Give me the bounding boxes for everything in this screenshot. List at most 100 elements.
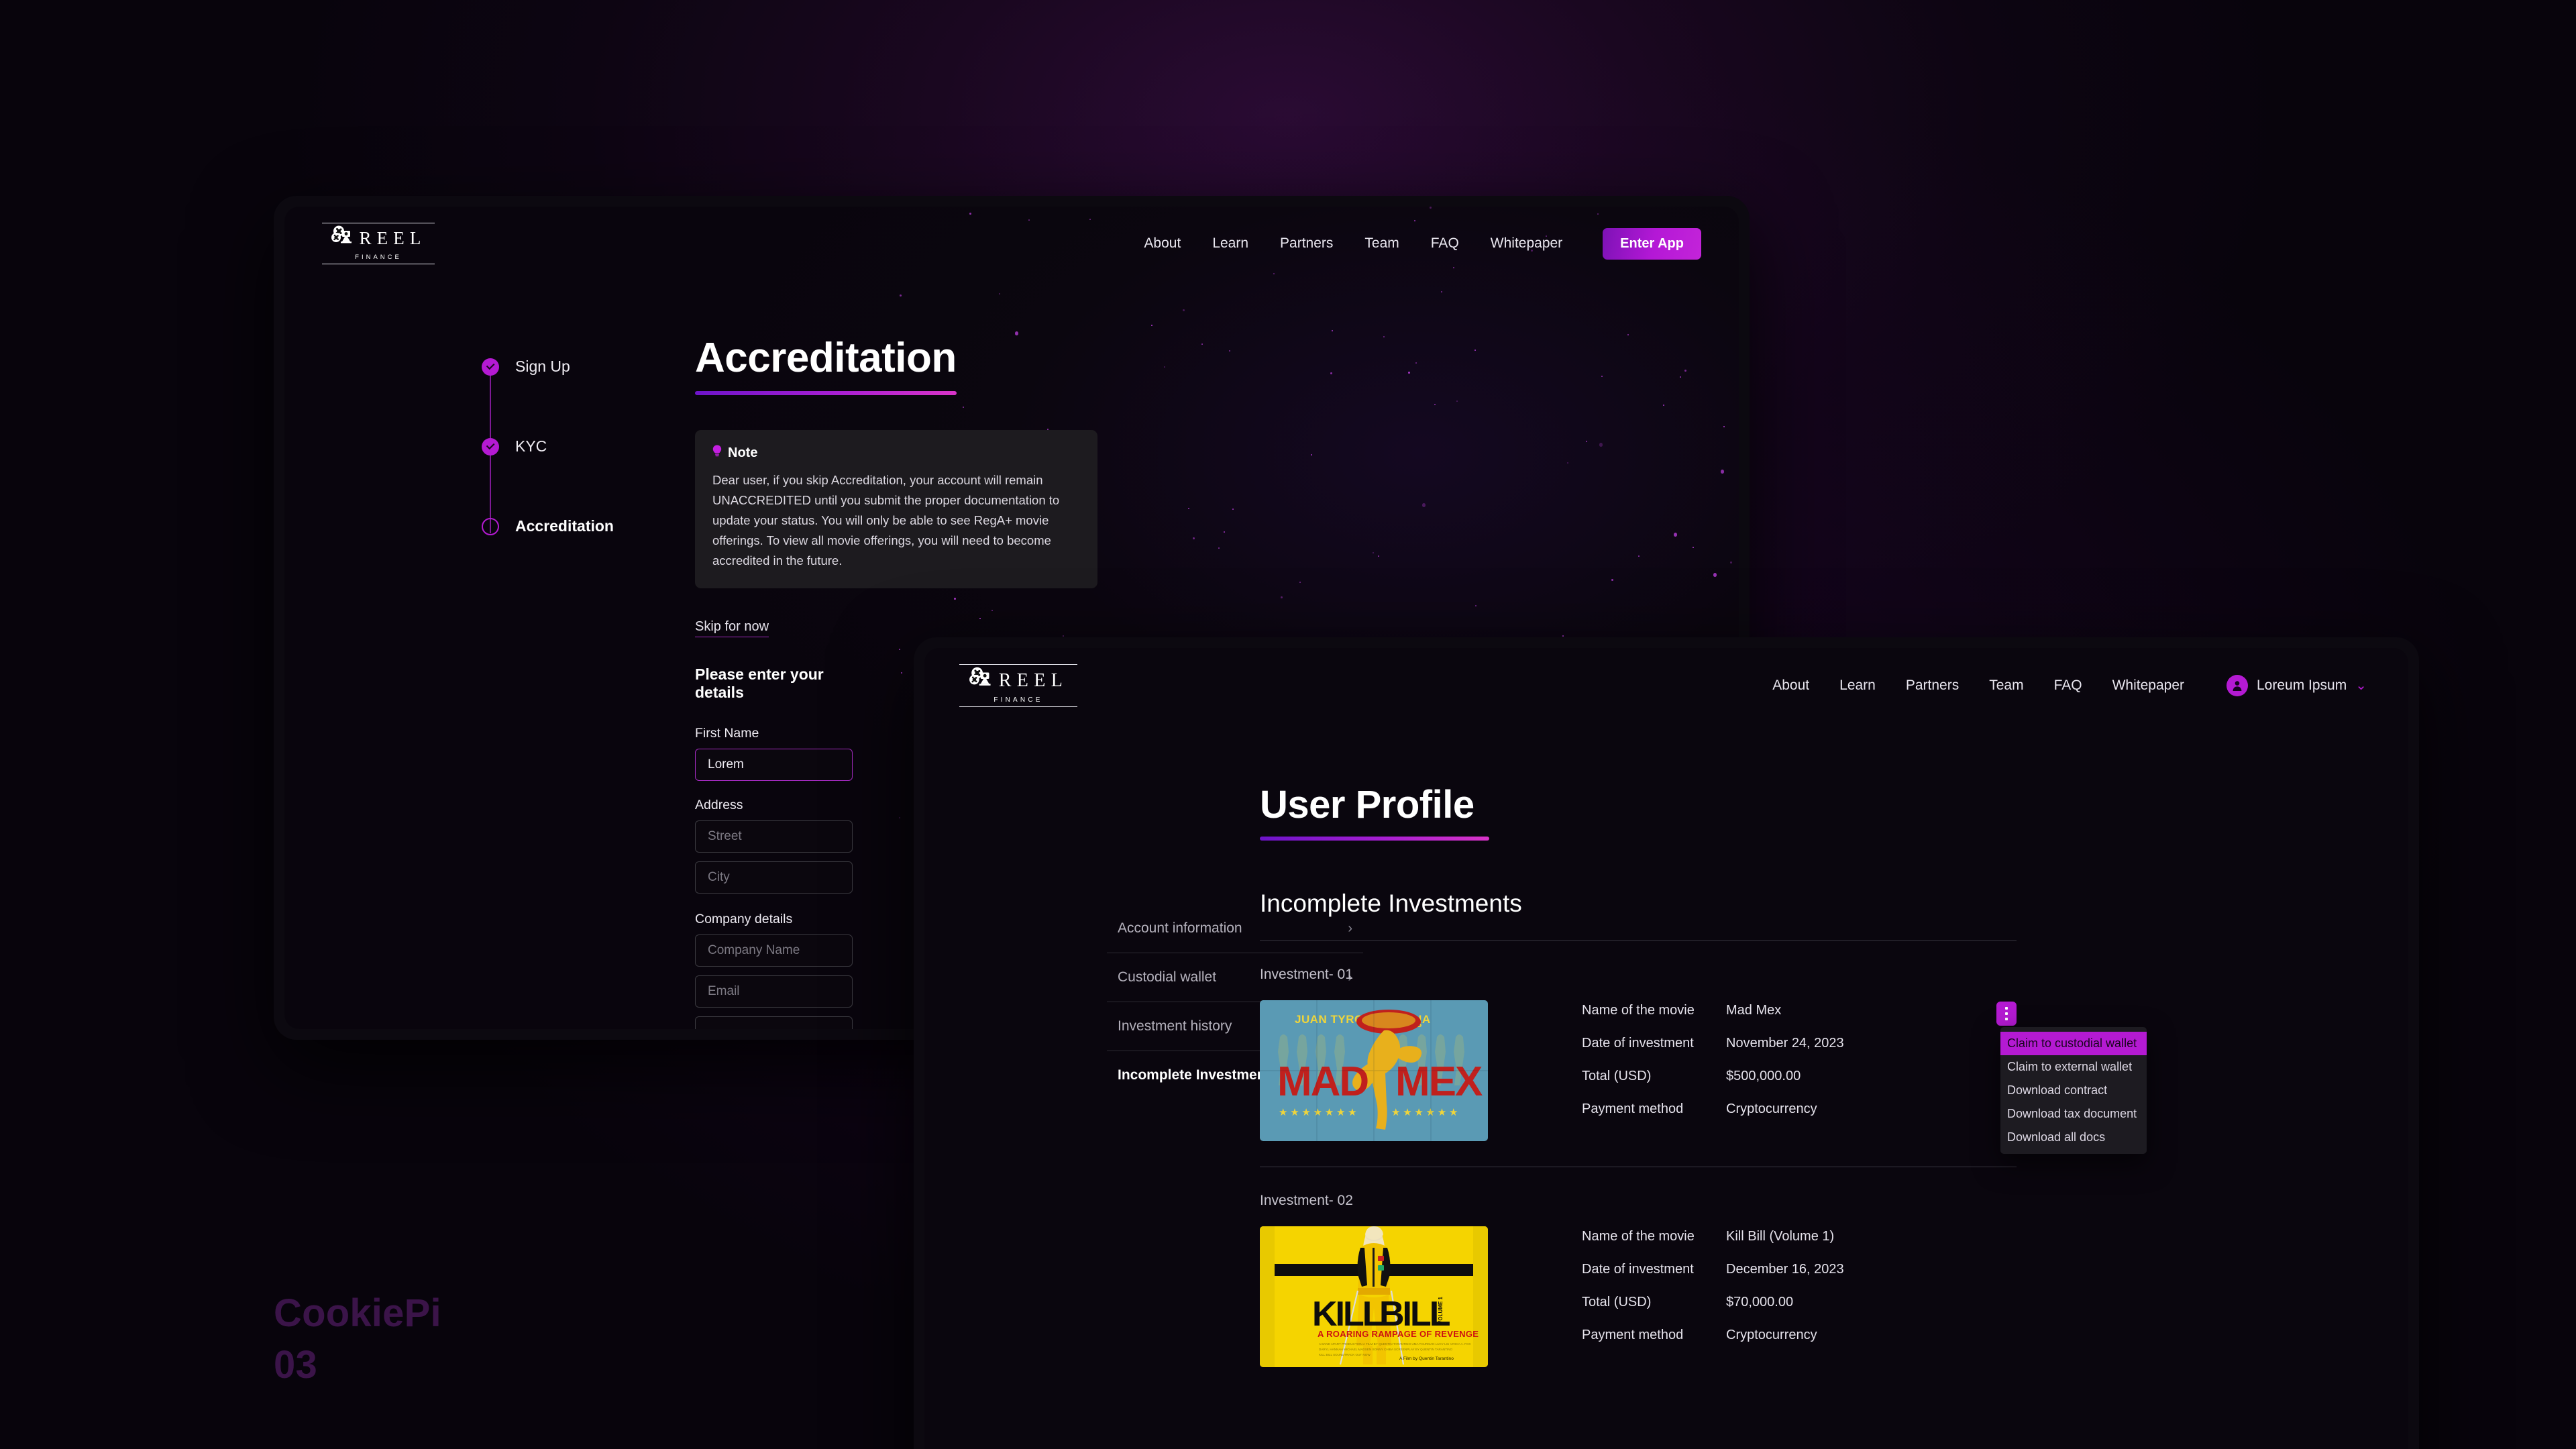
detail-value-payment: Cryptocurrency xyxy=(1726,1328,1817,1342)
accreditation-topbar: REEL FINANCE About Learn Partners Team F… xyxy=(284,207,1739,280)
sidebar-item-label: Custodial wallet xyxy=(1118,969,1217,985)
sidebar-item-label: Investment history xyxy=(1118,1018,1232,1034)
watermark: CookiePi 03 xyxy=(274,1288,441,1391)
form-heading: Please enter your details xyxy=(695,665,824,701)
svg-text:DARYL HANNAH MICHAEL MADSEN: DARYL HANNAH MICHAEL MADSEN SONNY CHIBA … xyxy=(1319,1348,1453,1351)
skip-for-now-link[interactable]: Skip for now xyxy=(695,619,769,637)
detail-value-total: $70,000.00 xyxy=(1726,1295,1794,1309)
logo-rule-top xyxy=(959,663,1077,665)
nav-link-faq[interactable]: FAQ xyxy=(2054,678,2082,694)
investment-details: Name of the movie Kill Bill (Volume 1) D… xyxy=(1582,1226,1844,1343)
movie-poster-mad-mex[interactable]: JUAN TYRONE GARCIA IS MAD MEX xyxy=(1260,1000,1488,1141)
nav-link-learn[interactable]: Learn xyxy=(1839,678,1876,694)
brand-logo[interactable]: REEL FINANCE xyxy=(322,222,435,265)
step-check-icon xyxy=(482,437,499,455)
detail-key-movie-name: Name of the movie xyxy=(1582,1003,1695,1018)
investment-heading: Investment- 02 xyxy=(1260,1193,1353,1208)
watermark-line-1: CookiePi xyxy=(274,1291,441,1335)
svg-text:MAD: MAD xyxy=(1277,1059,1368,1105)
user-profile-window: REEL FINANCE About Learn Partners Team F… xyxy=(914,637,2419,1449)
detail-value-movie-name: Mad Mex xyxy=(1726,1003,1782,1018)
detail-key-total: Total (USD) xyxy=(1582,1295,1652,1309)
incomplete-investments-panel: Incomplete Investments Investment- 01 JU… xyxy=(1260,890,2147,1367)
nav-link-whitepaper[interactable]: Whitepaper xyxy=(2112,678,2184,694)
title-underline xyxy=(695,391,957,395)
user-profile-viewport: REEL FINANCE About Learn Partners Team F… xyxy=(924,648,2408,1449)
section-title: Incomplete Investments xyxy=(1260,890,1522,917)
detail-value-date: December 16, 2023 xyxy=(1726,1262,1844,1277)
movie-poster-kill-bill[interactable]: KILL BILL VOLUME 1 A ROARING RAMPAGE OF … xyxy=(1260,1226,1488,1367)
dropdown-item-download-tax-document[interactable]: Download tax document xyxy=(2000,1102,2147,1126)
nav-link-whitepaper[interactable]: Whitepaper xyxy=(1491,235,1562,252)
nav-link-about[interactable]: About xyxy=(1772,678,1809,694)
email-input[interactable] xyxy=(695,975,853,1008)
field-label-address: Address xyxy=(695,797,743,812)
logo-subtitle: FINANCE xyxy=(994,696,1043,704)
svg-text:MEX: MEX xyxy=(1395,1059,1483,1105)
stepper-step-kyc[interactable]: KYC xyxy=(482,437,614,455)
svg-text:★ ★ ★ ★ ★ ★ ★: ★ ★ ★ ★ ★ ★ ★ xyxy=(1279,1108,1357,1118)
detail-key-movie-name: Name of the movie xyxy=(1582,1229,1695,1244)
note-header: Note xyxy=(712,445,1080,461)
logo-wordmark: REEL xyxy=(998,669,1069,691)
stepper-step-accreditation[interactable]: Accreditation xyxy=(482,517,614,535)
field-city xyxy=(695,861,853,894)
svg-text:KILL: KILL xyxy=(1312,1295,1383,1334)
skip-row: Skip for now xyxy=(695,619,1097,637)
nav-link-partners[interactable]: Partners xyxy=(1906,678,1959,694)
detail-value-total: $500,000.00 xyxy=(1726,1069,1801,1083)
first-name-input[interactable] xyxy=(695,748,853,781)
street-input[interactable] xyxy=(695,820,853,853)
film-reel-projector-icon xyxy=(331,225,358,252)
note-title: Note xyxy=(728,445,758,460)
enter-app-button[interactable]: Enter App xyxy=(1603,227,1701,260)
brand-logo[interactable]: REEL FINANCE xyxy=(959,663,1077,708)
dropdown-item-download-contract[interactable]: Download contract xyxy=(2000,1079,2147,1102)
sidebar-item-label: Incomplete Investments xyxy=(1118,1067,1279,1083)
dropdown-item-download-all-docs[interactable]: Download all docs xyxy=(2000,1126,2147,1149)
investment-row-body: JUAN TYRONE GARCIA IS MAD MEX xyxy=(1260,1000,2147,1154)
user-avatar-icon xyxy=(2226,675,2248,696)
nav-link-learn[interactable]: Learn xyxy=(1212,235,1248,252)
nav-link-faq[interactable]: FAQ xyxy=(1431,235,1459,252)
field-label-first-name: First Name xyxy=(695,725,759,741)
detail-value-movie-name: Kill Bill (Volume 1) xyxy=(1726,1229,1835,1244)
dropdown-item-claim-external[interactable]: Claim to external wallet xyxy=(2000,1055,2147,1079)
investment-row: Investment- 01 JUAN TYRONE MAD MEX ★ ★ ★… xyxy=(1260,967,2147,1167)
logo-rule-bottom xyxy=(959,706,1077,708)
dropdown-item-claim-custodial[interactable]: Claim to custodial wallet xyxy=(2000,1032,2147,1055)
city-input[interactable] xyxy=(695,861,853,894)
lightbulb-icon xyxy=(712,445,722,461)
step-circle-icon xyxy=(482,517,499,535)
nav-link-about[interactable]: About xyxy=(1144,235,1181,252)
svg-text:A ROARING RAMPAGE OF REVENGE: A ROARING RAMPAGE OF REVENGE xyxy=(1318,1329,1479,1339)
sidebar-item-label: Account information xyxy=(1118,920,1242,936)
svg-text:KILL BILL SOUNDTRACK OUT NOW: KILL BILL SOUNDTRACK OUT NOW xyxy=(1319,1353,1371,1356)
detail-key-date: Date of investment xyxy=(1582,1036,1694,1051)
page-title: User Profile xyxy=(1260,783,1474,826)
page-title: Accreditation xyxy=(695,335,957,381)
stepper-step-sign-up[interactable]: Sign Up xyxy=(482,358,614,376)
investment-row-body: KILL BILL VOLUME 1 A ROARING RAMPAGE OF … xyxy=(1260,1226,2017,1367)
business-description-textarea[interactable] xyxy=(695,1016,853,1029)
nav-link-partners[interactable]: Partners xyxy=(1280,235,1333,252)
investment-row: Investment- 02 KILL BILL VOLUME 1 A ROAR… xyxy=(1260,1193,2017,1367)
main-nav: About Learn Partners Team FAQ Whitepaper… xyxy=(1144,227,1701,260)
nav-link-team[interactable]: Team xyxy=(1989,678,2023,694)
detail-value-payment: Cryptocurrency xyxy=(1726,1102,1817,1116)
field-label-company-details: Company details xyxy=(695,911,793,926)
field-email xyxy=(695,975,853,1008)
company-name-input[interactable] xyxy=(695,934,853,967)
field-first-name: First Name xyxy=(695,726,853,781)
svg-text:VOLUME 1: VOLUME 1 xyxy=(1438,1297,1444,1324)
user-name-label: Loreum Ipsum xyxy=(2257,678,2347,693)
detail-key-payment: Payment method xyxy=(1582,1102,1684,1116)
step-check-icon xyxy=(482,358,499,376)
kebab-menu-icon[interactable] xyxy=(1996,1002,2017,1026)
details-form: Please enter your details First Name Add… xyxy=(695,665,853,1029)
profile-title-block: User Profile xyxy=(1260,782,1489,841)
user-account-menu[interactable]: Loreum Ipsum ⌄ xyxy=(2226,675,2367,696)
nav-link-team[interactable]: Team xyxy=(1364,235,1399,252)
logo-wordmark: REEL xyxy=(359,228,427,249)
stepper-label-accreditation: Accreditation xyxy=(515,517,614,535)
